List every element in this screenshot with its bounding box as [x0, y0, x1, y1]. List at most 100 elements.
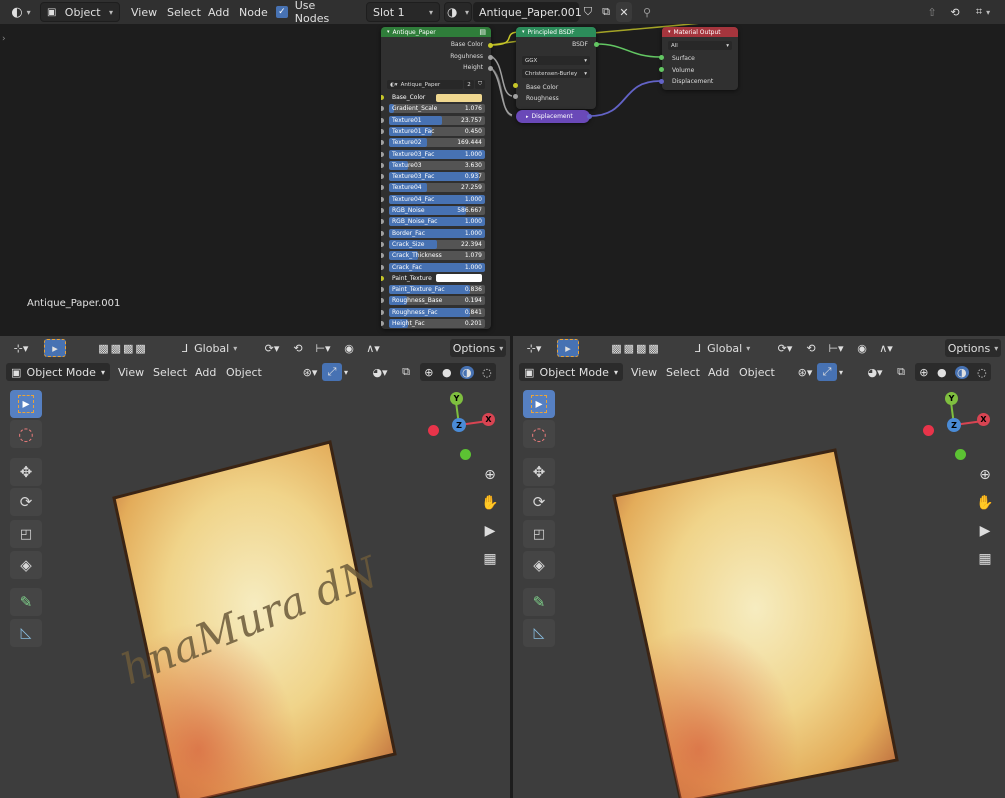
- pan-hand-icon[interactable]: ✋: [972, 490, 998, 516]
- pin-icon[interactable]: ⚲: [639, 2, 655, 22]
- group-input-field[interactable]: Crack_Fac 1.000: [389, 262, 485, 272]
- socket[interactable]: [659, 55, 664, 60]
- socket[interactable]: [513, 83, 518, 88]
- group-input-field[interactable]: Texture03_Fac 0.937: [389, 172, 485, 182]
- menu-add[interactable]: Add: [191, 363, 220, 381]
- color-swatch[interactable]: [436, 93, 482, 102]
- scale-tool[interactable]: ◰: [523, 520, 555, 548]
- visibility-icon[interactable]: ⊛▾: [791, 363, 819, 381]
- socket[interactable]: [381, 162, 384, 168]
- unlink-material-icon[interactable]: ✕: [616, 2, 632, 22]
- falloff-icon[interactable]: ∧▾: [360, 339, 386, 357]
- menu-view[interactable]: View: [627, 363, 661, 381]
- options-dropdown[interactable]: Options ▾: [945, 339, 1001, 357]
- socket[interactable]: [381, 241, 384, 247]
- proportional-edit-icon[interactable]: ◉: [342, 339, 356, 357]
- menu-select[interactable]: Select: [662, 363, 704, 381]
- measure-tool[interactable]: ◺: [10, 619, 42, 647]
- socket[interactable]: [381, 185, 384, 191]
- snap-target-icon[interactable]: ⊢▾: [310, 339, 336, 357]
- socket[interactable]: [381, 264, 384, 270]
- solid-shading-icon[interactable]: ●: [937, 366, 947, 379]
- socket[interactable]: [381, 117, 384, 123]
- gizmo-neg-y[interactable]: [955, 449, 966, 460]
- object-mode-dropdown[interactable]: ▣ Object Mode ▾: [6, 363, 110, 381]
- socket[interactable]: [513, 94, 518, 99]
- solid-shading-icon[interactable]: ●: [442, 366, 452, 379]
- zoom-icon[interactable]: ⊕: [477, 462, 503, 488]
- group-input-field[interactable]: Texture02 169.444: [389, 138, 485, 148]
- gizmo-toggle-icon[interactable]: ⤢: [322, 363, 342, 381]
- menu-select[interactable]: Select: [162, 2, 206, 22]
- antique-paper-group-node[interactable]: ▾ Antique_Paper ▤ Base Color Roguhness H…: [381, 27, 491, 329]
- socket[interactable]: [659, 67, 664, 72]
- options-dropdown[interactable]: Options ▾: [450, 339, 506, 357]
- editor-mode-dropdown[interactable]: ▣ Object ▾: [40, 2, 120, 22]
- zoom-icon[interactable]: ⊕: [972, 462, 998, 488]
- target-dropdown[interactable]: All ▾: [668, 41, 732, 50]
- group-input-field[interactable]: Texture04 27.259: [389, 183, 485, 193]
- node-editor-canvas[interactable]: › ▾ Antique_Paper ▤ Base Color Roguhness…: [0, 24, 1005, 335]
- shading-mode-buttons[interactable]: ⊕ ● ◑ ◌: [915, 363, 991, 381]
- visibility-icon[interactable]: ⊛▾: [296, 363, 324, 381]
- group-input-field[interactable]: Texture01 23.757: [389, 115, 485, 125]
- viewport-right[interactable]: ⊹▾ ▸ ▩▩▩▩ ⅃ Global ▾ ⟳▾ ⟲ ⊢▾ ◉ ∧▾ Options ▾…: [513, 336, 1005, 798]
- menu-select[interactable]: Select: [149, 363, 191, 381]
- material-browse-button[interactable]: ◑ ▾: [444, 2, 472, 22]
- move-tool[interactable]: ✥: [10, 458, 42, 486]
- wireframe-shading-icon[interactable]: ⊕: [424, 366, 433, 379]
- snap-icon[interactable]: ⟲: [288, 339, 308, 357]
- scale-tool[interactable]: ◰: [10, 520, 42, 548]
- socket[interactable]: [381, 196, 384, 202]
- overlays-icon[interactable]: ◕▾: [862, 363, 888, 381]
- parent-node-tree-icon[interactable]: ⇧: [924, 2, 940, 22]
- rotate-tool[interactable]: ⟳: [10, 488, 42, 516]
- socket[interactable]: [659, 79, 664, 84]
- group-input-field[interactable]: RGB_Noise_Fac 1.000: [389, 217, 485, 227]
- socket[interactable]: [381, 253, 384, 259]
- select-box-tool[interactable]: ▸: [523, 390, 555, 418]
- group-node-header[interactable]: ▾ Antique_Paper ▤: [381, 27, 491, 37]
- select-box-tool[interactable]: ▸: [10, 390, 42, 418]
- gizmo-neg-x[interactable]: [428, 425, 439, 436]
- group-input-field[interactable]: Texture04_Fac 1.000: [389, 194, 485, 204]
- use-nodes-checkbox[interactable]: ✓: [276, 6, 288, 18]
- snap-target-icon[interactable]: ⊢▾: [823, 339, 849, 357]
- chevron-down-icon[interactable]: ▾: [340, 363, 352, 381]
- transform-tool[interactable]: ◈: [10, 551, 42, 579]
- object-mode-dropdown[interactable]: ▣ Object Mode ▾: [519, 363, 623, 381]
- group-input-field[interactable]: Texture01_Fac 0.450: [389, 126, 485, 136]
- displacement-node-header[interactable]: ▸ Displacement: [516, 110, 590, 123]
- gizmo-z-axis[interactable]: Z: [452, 418, 466, 432]
- socket[interactable]: [381, 174, 384, 180]
- rendered-shading-icon[interactable]: ◌: [482, 366, 492, 379]
- socket[interactable]: [594, 42, 599, 47]
- camera-icon[interactable]: ▶: [477, 518, 503, 544]
- cursor-tool[interactable]: ◌: [523, 420, 555, 448]
- fake-user-icon[interactable]: ⛉: [475, 80, 485, 89]
- material-preview-icon[interactable]: ◑: [955, 365, 969, 379]
- group-input-field[interactable]: Texture03_Fac 1.000: [389, 149, 485, 159]
- output-node-header[interactable]: ▾ Material Output: [662, 27, 738, 37]
- gizmo-x-axis[interactable]: X: [482, 413, 495, 426]
- measure-tool[interactable]: ◺: [523, 619, 555, 647]
- menu-add[interactable]: Add: [203, 2, 234, 22]
- socket[interactable]: [381, 128, 384, 134]
- gizmo-neg-x[interactable]: [923, 425, 934, 436]
- socket[interactable]: [381, 140, 384, 146]
- annotate-tool[interactable]: ✎: [523, 588, 555, 616]
- duplicate-material-icon[interactable]: ⧉: [597, 2, 615, 22]
- slot-dropdown[interactable]: Slot 1 ▾: [366, 2, 440, 22]
- group-datablock-field[interactable]: ◐▾ Antique_Paper: [387, 80, 463, 89]
- group-input-field[interactable]: Paint_Texture_Fac 0.836: [389, 285, 485, 295]
- orientation-dropdown[interactable]: ⅃ Global ▾: [695, 339, 775, 357]
- orientation-dropdown[interactable]: ⅃ Global ▾: [182, 339, 262, 357]
- gizmo-neg-y[interactable]: [460, 449, 471, 460]
- menu-object[interactable]: Object: [222, 363, 266, 381]
- menu-add[interactable]: Add: [704, 363, 733, 381]
- select-box-tool-icon[interactable]: ▸: [44, 339, 66, 357]
- gizmo-z-axis[interactable]: Z: [947, 418, 961, 432]
- material-output-node[interactable]: ▾ Material Output All ▾ Surface Volume Di…: [662, 27, 738, 90]
- gizmo-toggle-icon[interactable]: ⤢: [817, 363, 837, 381]
- group-input-field[interactable]: Crack_Size 22.394: [389, 239, 485, 249]
